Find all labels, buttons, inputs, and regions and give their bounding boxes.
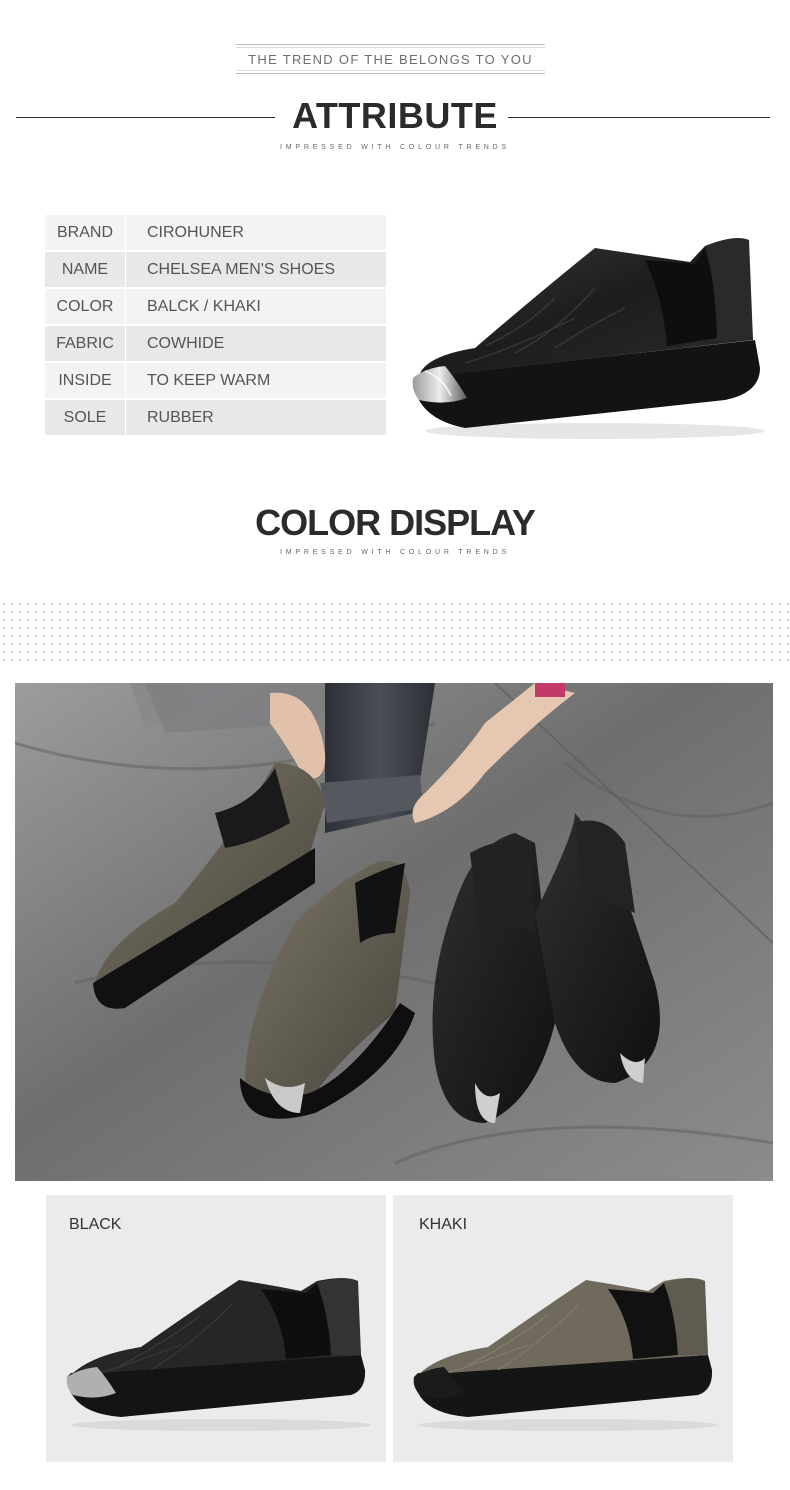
- attribute-table: BRAND CIROHUNER NAME CHELSEA MEN'S SHOES…: [45, 215, 386, 437]
- attribute-row-inside: INSIDE TO KEEP WARM: [45, 363, 386, 398]
- attribute-key: SOLE: [45, 400, 126, 435]
- swatch-khaki[interactable]: KHAKI: [393, 1195, 733, 1462]
- swatch-label-black: BLACK: [69, 1216, 122, 1233]
- trend-text: THE TREND OF THE BELONGS TO YOU: [248, 52, 533, 67]
- attribute-row-name: NAME CHELSEA MEN'S SHOES: [45, 252, 386, 287]
- dotted-divider: [0, 600, 790, 662]
- color-display-title: COLOR DISPLAY: [255, 502, 536, 543]
- attribute-key: INSIDE: [45, 363, 126, 398]
- product-shoe-image: [412, 238, 765, 439]
- attribute-value: BALCK / KHAKI: [147, 298, 261, 315]
- attribute-key: BRAND: [45, 215, 126, 250]
- attribute-value: CIROHUNER: [147, 224, 244, 241]
- attribute-row-sole: SOLE RUBBER: [45, 400, 386, 435]
- attribute-key: COLOR: [45, 289, 126, 324]
- trend-banner: THE TREND OF THE BELONGS TO YOU: [236, 44, 545, 74]
- attribute-row-fabric: FABRIC COWHIDE: [45, 326, 386, 361]
- khaki-shoe-image: [413, 1278, 718, 1431]
- attribute-key: NAME: [45, 252, 126, 287]
- attribute-row-brand: BRAND CIROHUNER: [45, 215, 386, 250]
- attribute-subtitle: IMPRESSED WITH COLOUR TRENDS: [280, 144, 510, 151]
- swatch-label-khaki: KHAKI: [419, 1216, 468, 1233]
- attribute-value: RUBBER: [147, 409, 214, 426]
- color-display-subtitle: IMPRESSED WITH COLOUR TRENDS: [280, 549, 510, 556]
- swatch-black[interactable]: BLACK: [46, 1195, 386, 1462]
- attribute-value: CHELSEA MEN'S SHOES: [147, 261, 335, 278]
- attribute-value: TO KEEP WARM: [147, 372, 271, 389]
- lifestyle-photo: [15, 683, 773, 1181]
- attribute-row-color: COLOR BALCK / KHAKI: [45, 289, 386, 324]
- black-shoe-image: [66, 1278, 371, 1431]
- attribute-key: FABRIC: [45, 326, 126, 361]
- attribute-value: COWHIDE: [147, 335, 225, 352]
- attribute-title: ATTRIBUTE: [292, 95, 498, 136]
